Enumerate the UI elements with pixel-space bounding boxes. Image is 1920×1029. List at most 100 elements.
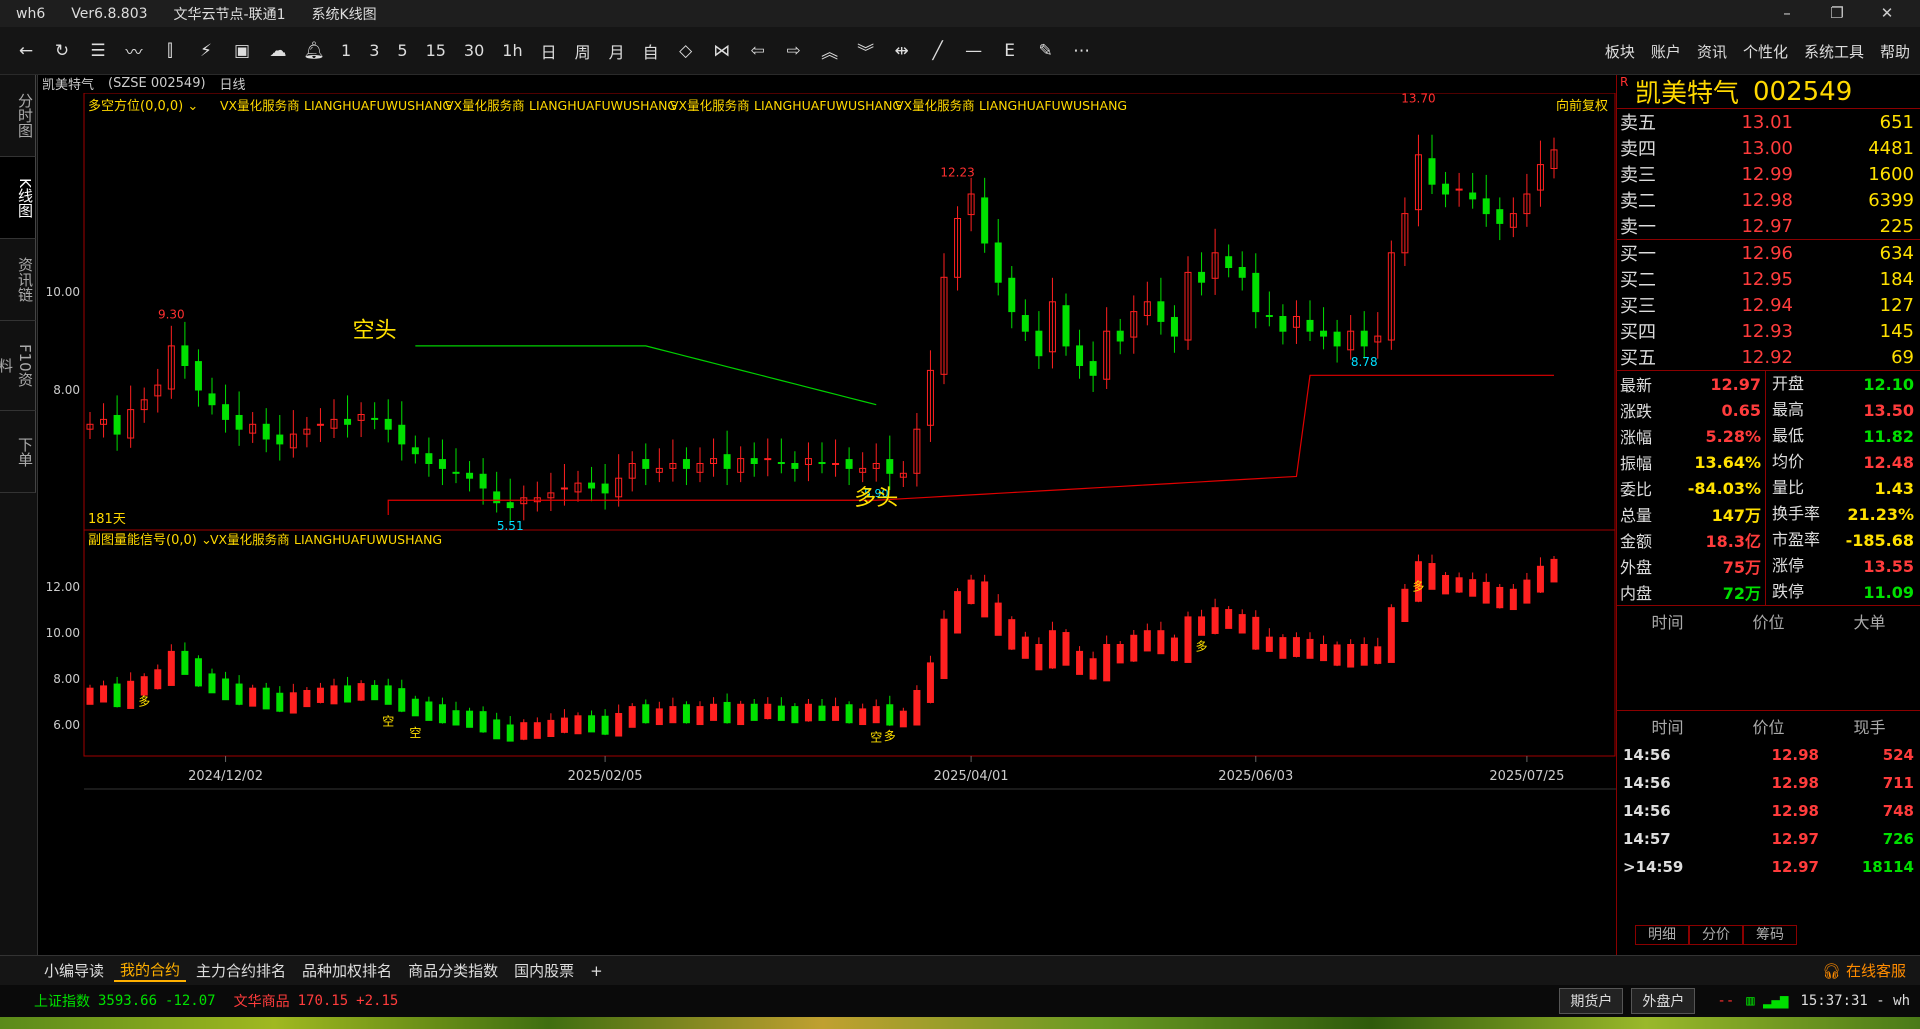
period-day[interactable]: 日	[532, 39, 566, 63]
eraser-icon[interactable]: ✎	[1028, 33, 1064, 69]
bid-row[interactable]: 买三 12.94 127	[1617, 292, 1920, 318]
menu-help[interactable]: 帮助	[1880, 41, 1910, 62]
cloud-icon[interactable]: ☁	[260, 33, 296, 69]
add-tab-button[interactable]: +	[584, 962, 609, 980]
candle-body	[723, 454, 731, 469]
tick-volume: 748	[1882, 802, 1914, 820]
arrow-up-icon[interactable]: ︽	[812, 33, 848, 69]
tab-f10[interactable]: F10资料	[0, 321, 36, 411]
sub-candle-body	[194, 658, 202, 687]
stat-value: 75万	[1722, 558, 1761, 577]
period-15m[interactable]: 15	[417, 41, 455, 60]
tab-price-dist[interactable]: 分价	[1689, 925, 1743, 945]
arrow-left-icon[interactable]: ⇦	[740, 33, 776, 69]
bid-row[interactable]: 买二 12.95 184	[1617, 266, 1920, 292]
tab-my-contracts[interactable]: 我的合约	[114, 959, 187, 982]
ask-row[interactable]: 卖二 12.98 6399	[1617, 187, 1920, 213]
sub-candle-body	[1536, 565, 1544, 593]
tab-domestic-stocks[interactable]: 国内股票	[508, 960, 580, 981]
hline-icon[interactable]: —	[956, 33, 992, 69]
menu-news[interactable]: 资讯	[1697, 41, 1727, 62]
futures-account-button[interactable]: 期货户	[1559, 988, 1624, 1014]
price-annotation: 13.70	[1401, 93, 1435, 106]
tab-detail[interactable]: 明细	[1635, 925, 1689, 945]
ask-row[interactable]: 卖三 12.99 1600	[1617, 161, 1920, 187]
sub-candle-body	[1062, 632, 1070, 666]
menu-sector[interactable]: 板块	[1605, 41, 1635, 62]
period-custom[interactable]: 自	[634, 39, 668, 63]
tab-newslink[interactable]: 资讯链	[0, 239, 36, 321]
short-label: 空头	[353, 318, 397, 343]
line-chart-icon[interactable]: 〰	[116, 33, 152, 69]
tab-editor-guide[interactable]: 小编导读	[38, 960, 110, 981]
index1-name[interactable]: 上证指数	[34, 991, 90, 1011]
tab-weighted-ranking[interactable]: 品种加权排名	[296, 960, 398, 981]
vendor-tag: VX量化服务商	[670, 98, 750, 113]
stat-label: 均价	[1765, 449, 1825, 475]
flash-icon[interactable]: ⚡	[188, 33, 224, 69]
bid-list: 买一 12.96 634 买二 12.95 184 买三 12.94 127 买四 12.93 145…	[1617, 240, 1920, 370]
period-month[interactable]: 月	[600, 39, 634, 63]
tab-commodity-index[interactable]: 商品分类指数	[402, 960, 504, 981]
sub-candle-body	[438, 704, 446, 724]
minimize-button[interactable]: –	[1762, 0, 1812, 27]
candle-body	[791, 463, 799, 469]
back-icon[interactable]: ←	[8, 33, 44, 69]
period-1h[interactable]: 1h	[493, 41, 531, 60]
tab-timeshare[interactable]: 分时图	[0, 75, 36, 157]
line-draw-icon[interactable]: ╱	[920, 33, 956, 69]
tick-row: 14:57 12.97 726	[1617, 825, 1920, 853]
bid-row[interactable]: 买五 12.92 69	[1617, 344, 1920, 370]
kline-chart[interactable]: 多空方位(0,0,0) ⌄ VX量化服务商 LIANGHUAFUWUSHANGVX量…	[38, 93, 1616, 963]
arrow-right-icon[interactable]: ⇨	[776, 33, 812, 69]
menu-tools[interactable]: 系统工具	[1804, 41, 1864, 62]
menu-personalize[interactable]: 个性化	[1743, 41, 1788, 62]
period-3m[interactable]: 3	[360, 41, 388, 60]
period-30m[interactable]: 30	[455, 41, 493, 60]
tab-kline[interactable]: K线图	[0, 157, 36, 239]
tab-main-ranking[interactable]: 主力合约排名	[190, 960, 292, 981]
list-icon[interactable]: ☰	[80, 33, 116, 69]
tick-time: 14:56	[1623, 774, 1671, 792]
zoom-out-icon[interactable]: ⋈	[704, 33, 740, 69]
candle-body	[642, 459, 650, 469]
zoom-in-icon[interactable]: ◇	[668, 33, 704, 69]
index2-name[interactable]: 文华商品	[234, 991, 290, 1011]
period-1m[interactable]: 1	[332, 41, 360, 60]
arrow-down-icon[interactable]: ︾	[848, 33, 884, 69]
more-icon[interactable]: ⋯	[1064, 33, 1100, 69]
ask-row[interactable]: 卖四 13.00 4481	[1617, 135, 1920, 161]
ask-row[interactable]: 卖一 12.97 225	[1617, 213, 1920, 239]
bid-row[interactable]: 买四 12.93 145	[1617, 318, 1920, 344]
text-draw-icon[interactable]: Ε	[992, 33, 1028, 69]
bid-label: 买三	[1620, 296, 1656, 317]
stat-value: -185.68	[1845, 530, 1914, 550]
bell-icon[interactable]: 🔔︎	[296, 33, 332, 69]
period-5m[interactable]: 5	[388, 41, 416, 60]
candle-body	[1089, 361, 1097, 376]
period-selector[interactable]: 日线	[220, 74, 246, 93]
tab-chips[interactable]: 筹码	[1743, 925, 1797, 945]
candle-icon[interactable]: ⫿	[152, 33, 188, 69]
sub-candle-body	[493, 719, 501, 740]
sub-candle-body	[1550, 558, 1558, 583]
candle-body	[845, 459, 853, 469]
ask-row[interactable]: 卖五 13.01 651	[1617, 109, 1920, 135]
calculator-icon[interactable]: ▣	[224, 33, 260, 69]
sub-candle-body	[723, 701, 731, 724]
menu-account[interactable]: 账户	[1651, 41, 1681, 62]
refresh-icon[interactable]: ↻	[44, 33, 80, 69]
tab-order[interactable]: 下单	[0, 411, 36, 493]
candle-body	[398, 424, 406, 445]
service-link[interactable]: 🎧︎ 在线客服	[1822, 960, 1906, 981]
bid-row[interactable]: 买一 12.96 634	[1617, 240, 1920, 266]
instrument-name[interactable]: 凯美特气	[42, 74, 94, 93]
sub-candle-body	[845, 704, 853, 724]
foreign-account-button[interactable]: 外盘户	[1631, 988, 1696, 1014]
crosshair-icon[interactable]: ⇹	[884, 33, 920, 69]
sub-candle-body	[899, 710, 907, 728]
maximize-button[interactable]: ❐	[1812, 0, 1862, 27]
period-week[interactable]: 周	[566, 39, 600, 63]
close-button[interactable]: ✕	[1862, 0, 1912, 27]
server-node[interactable]: 文华云节点-联通1	[174, 4, 286, 24]
